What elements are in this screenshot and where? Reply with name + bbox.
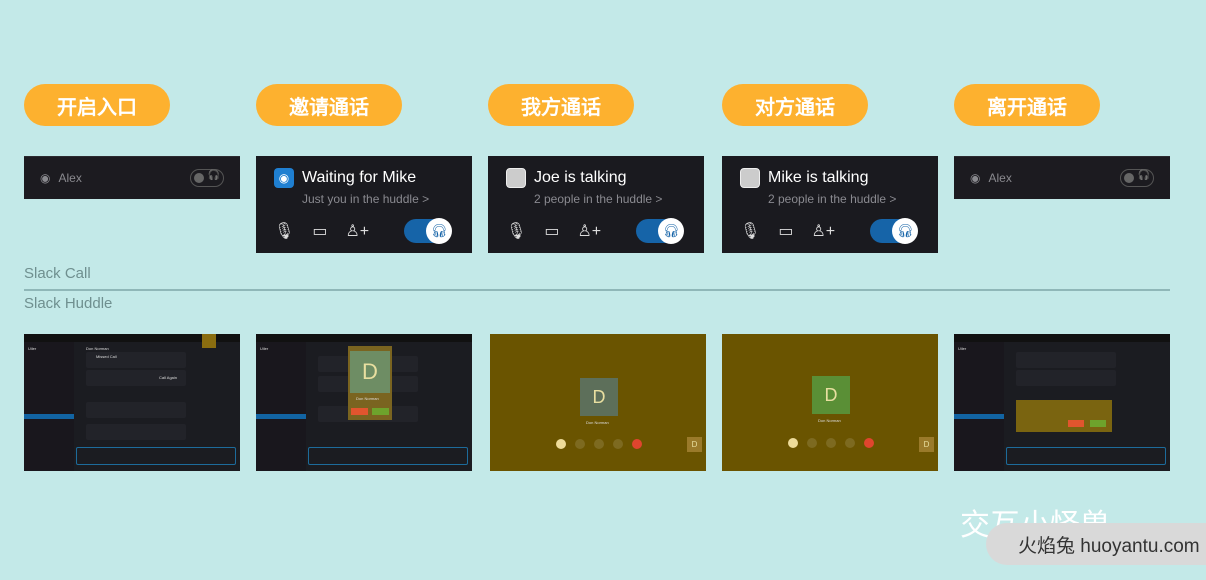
channel-name: Alex (988, 171, 1012, 185)
headphones-icon: 🎧︎ (426, 218, 452, 244)
headphones-icon: 🎧︎ (892, 218, 918, 244)
self-tile: D (919, 437, 934, 452)
joe-avatar (506, 168, 526, 188)
huddle-card: Joe is talking 2 people in the huddle > … (488, 156, 704, 253)
huddle-left: ◉ Alex 🎧 (954, 156, 1170, 199)
workspace-name: Uiler (28, 346, 37, 351)
huddle-status: Joe is talking (534, 169, 627, 186)
huddle-broadcast-icon: ◉ (40, 171, 51, 185)
screen-share-icon[interactable]: ▭ (544, 221, 559, 241)
participant-tile: D (580, 378, 618, 416)
screenshot-call-other-talking: D Don Norman D (722, 334, 938, 471)
huddle-toggle[interactable]: 🎧︎ (870, 218, 918, 244)
participant-tile: D (812, 376, 850, 414)
screen-share-icon[interactable]: ▭ (312, 221, 327, 241)
screenshot-call-self-talking: D Don Norman D (490, 334, 706, 471)
contact-name: Don Norman (86, 346, 109, 351)
add-person-icon[interactable]: ♙+ (811, 221, 835, 241)
huddle-participants-link[interactable]: 2 people in the huddle > (534, 192, 686, 206)
caller-name: Don Norman (356, 396, 379, 401)
step-pill: 开启入口 (24, 84, 170, 126)
huddle-broadcast-icon: ◉ (970, 171, 981, 185)
add-person-icon[interactable]: ♙+ (577, 221, 601, 241)
divider (24, 289, 1170, 291)
participant-name: Don Norman (586, 420, 609, 425)
huddle-toggle[interactable]: 🎧︎ (404, 218, 452, 244)
huddle-toggle[interactable]: 🎧 (190, 169, 224, 187)
huddle-participants-link[interactable]: Just you in the huddle > (302, 192, 454, 206)
huddle-status: Mike is talking (768, 169, 869, 186)
headphones-icon: 🎧 (207, 170, 220, 181)
headphones-icon: 🎧 (1137, 170, 1150, 181)
huddle-entry: ◉ Alex 🎧 (24, 156, 240, 199)
workspace-name: Uiler (958, 346, 967, 351)
step-pill: 邀请通话 (256, 84, 402, 126)
huddle-toggle[interactable]: 🎧 (1120, 169, 1154, 187)
workspace-name: Uiler (260, 346, 269, 351)
mic-icon[interactable]: 🎙︎ (506, 221, 526, 241)
huddle-status: Waiting for Mike (302, 169, 417, 186)
huddle-broadcast-icon: ◉ (274, 168, 294, 188)
participant-name: Don Norman (818, 418, 841, 423)
huddle-participants-link[interactable]: 2 people in the huddle > (768, 192, 920, 206)
mic-icon[interactable]: 🎙︎ (740, 221, 760, 241)
watermark-site: 火焰兔 huoyantu.com (986, 523, 1206, 565)
screenshot-slack-incoming-call: Uiler D Don Norman (256, 334, 472, 471)
caller-avatar: D (350, 351, 390, 393)
screenshot-slack-chat: Uiler Don Norman Missed Call Call Again (24, 334, 240, 471)
huddle-toggle[interactable]: 🎧︎ (636, 218, 684, 244)
channel-name: Alex (58, 171, 82, 185)
screenshot-slack-call-ended: Uiler (954, 334, 1170, 471)
headphones-icon: 🎧︎ (658, 218, 684, 244)
label-slack-huddle: Slack Huddle (24, 295, 113, 312)
huddle-card: Mike is talking 2 people in the huddle >… (722, 156, 938, 253)
missed-call: Missed Call (96, 354, 117, 359)
step-pill: 对方通话 (722, 84, 868, 126)
call-again-button: Call Again (159, 375, 178, 380)
add-person-icon[interactable]: ♙+ (345, 221, 369, 241)
huddle-card: ◉ Waiting for Mike Just you in the huddle… (256, 156, 472, 253)
screen-share-icon[interactable]: ▭ (778, 221, 793, 241)
step-pill: 离开通话 (954, 84, 1100, 126)
mic-icon[interactable]: 🎙︎ (274, 221, 294, 241)
self-tile: D (687, 437, 702, 452)
mike-avatar (740, 168, 760, 188)
label-slack-call: Slack Call (24, 265, 91, 282)
step-pill: 我方通话 (488, 84, 634, 126)
